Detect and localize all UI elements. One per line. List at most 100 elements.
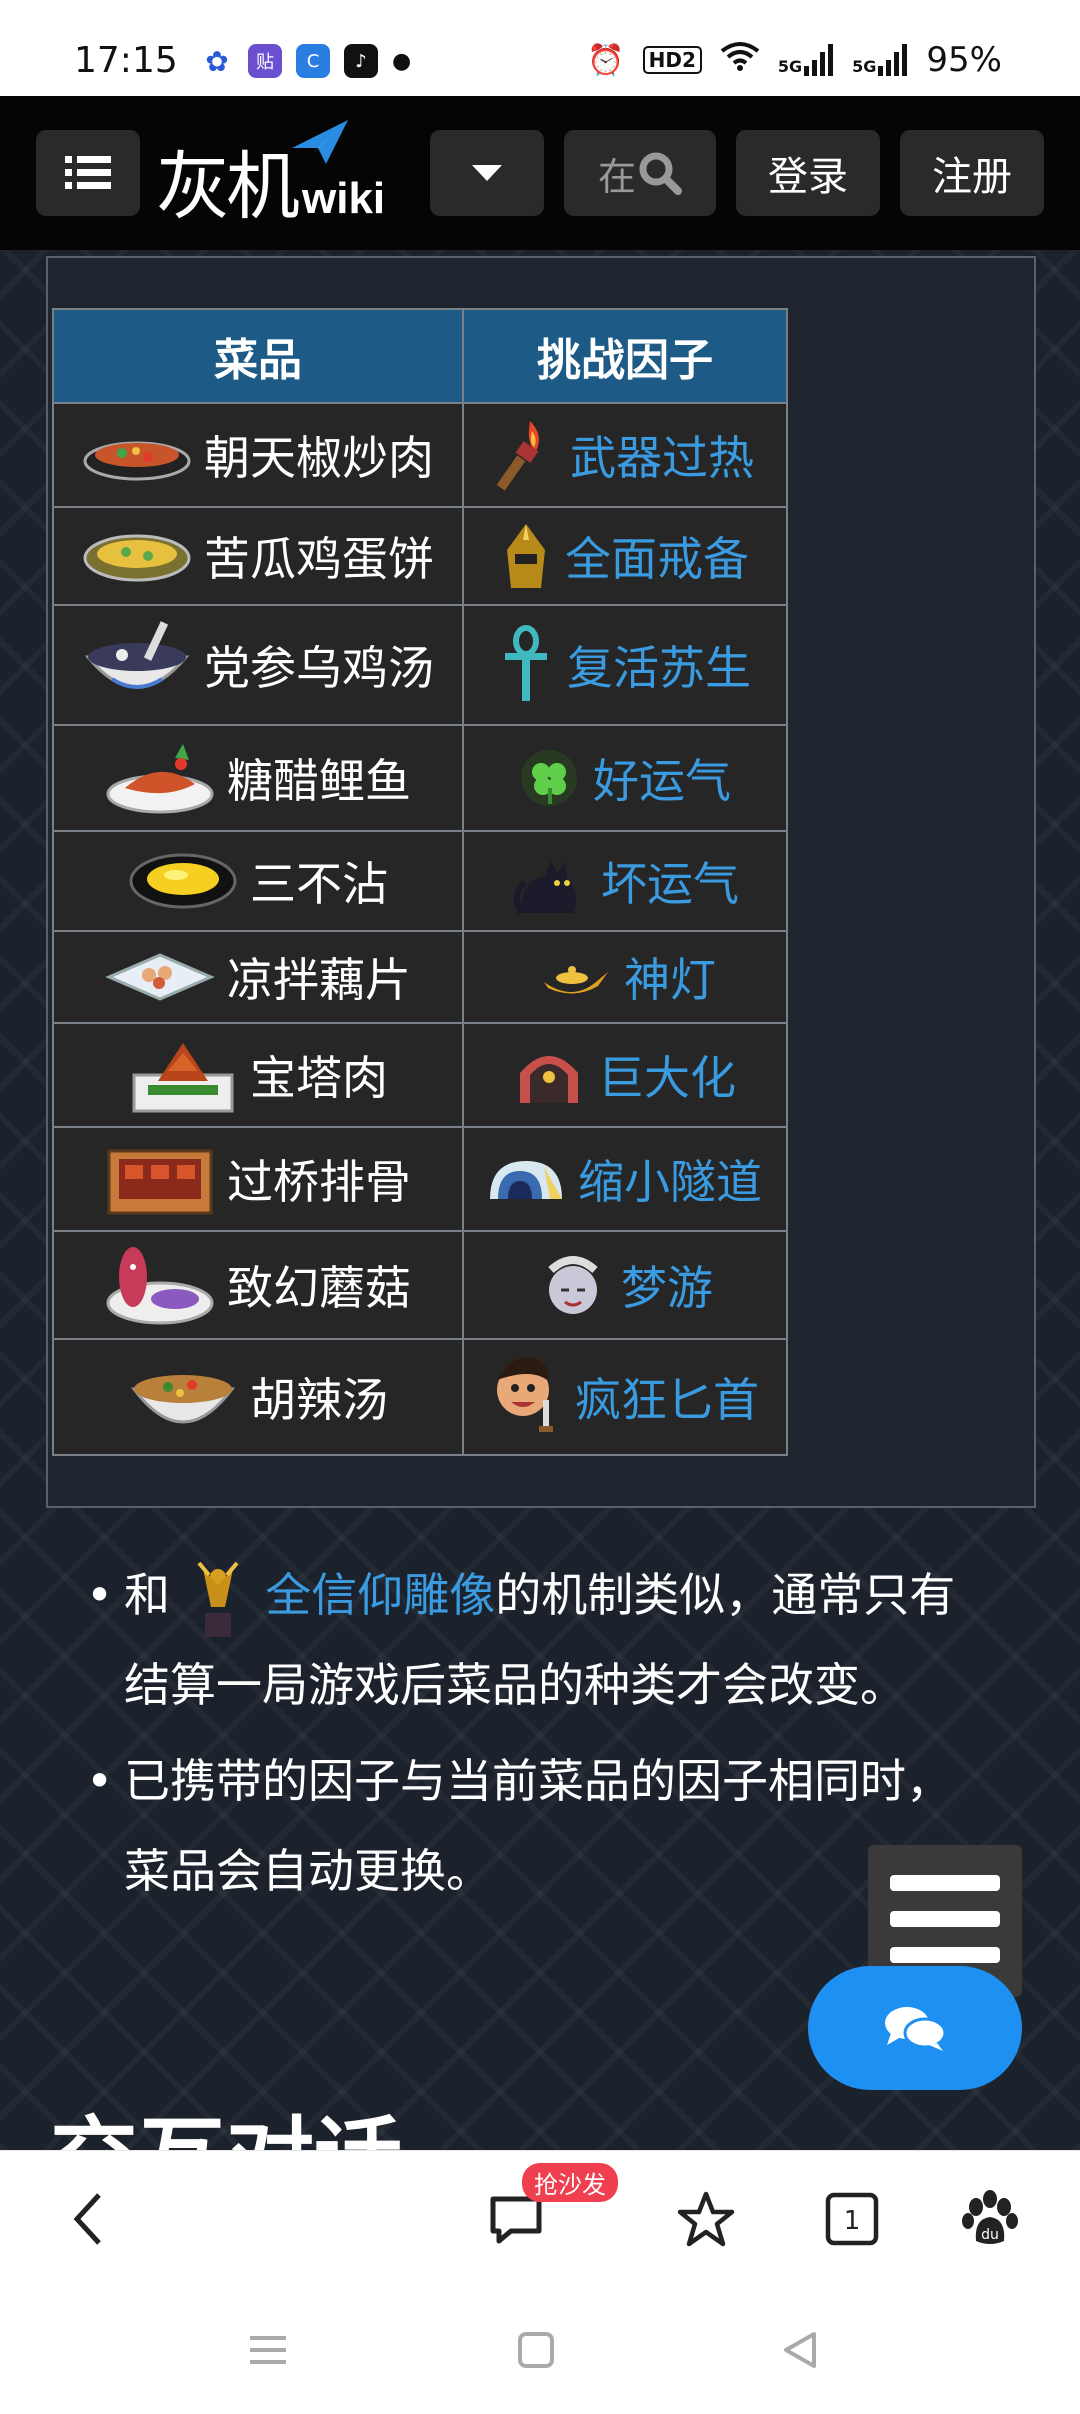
- dish-name: 致幻蘑菇: [227, 1261, 411, 1315]
- mushroom-dish-icon: [106, 1247, 214, 1325]
- tunnel-icon: [490, 1161, 562, 1199]
- challenge-link[interactable]: 坏运气: [601, 848, 739, 914]
- table-row: 胡辣汤 疯狂匕首: [52, 1338, 788, 1456]
- favorite-button[interactable]: [666, 2179, 746, 2259]
- table-row: 宝塔肉 巨大化: [52, 1022, 788, 1128]
- login-button[interactable]: 登录: [736, 130, 880, 216]
- challenge-link[interactable]: 疯狂匕首: [575, 1364, 759, 1430]
- lotus-root-icon: [105, 953, 215, 1001]
- tiktok-icon: ♪: [344, 44, 378, 78]
- back-triangle-icon[interactable]: [780, 2330, 820, 2370]
- site-logo[interactable]: 灰机 wiki: [156, 120, 385, 224]
- challenge-link[interactable]: 好运气: [593, 745, 731, 811]
- signal-5g-icon-2: 5G: [852, 44, 908, 76]
- table-row: 党参乌鸡汤 复活苏生: [52, 604, 788, 726]
- table-row: 凉拌藕片 神灯: [52, 930, 788, 1024]
- alarm-icon: ⏰: [587, 42, 625, 78]
- dish-name: 凉拌藕片: [227, 953, 411, 1007]
- table-row: 致幻蘑菇 梦游: [52, 1230, 788, 1340]
- back-button[interactable]: [48, 2179, 128, 2259]
- header-challenge: 挑战因子: [462, 308, 788, 404]
- paper-plane-icon: [292, 120, 348, 164]
- svg-text:du: du: [981, 2227, 999, 2243]
- bridge-ribs-icon: [107, 1149, 213, 1215]
- browser-icon: C: [296, 44, 330, 78]
- ankh-icon: [505, 625, 547, 701]
- home-icon[interactable]: [516, 2330, 556, 2370]
- dish-name: 胡辣汤: [250, 1373, 388, 1427]
- dish-name: 糖醋鲤鱼: [227, 754, 411, 808]
- comments-icon: [885, 2007, 947, 2051]
- sleepwalker-icon: [548, 1256, 598, 1314]
- tabs-icon: 1: [825, 2192, 879, 2246]
- challenge-link[interactable]: 全面戒备: [565, 523, 749, 589]
- dish-name: 党参乌鸡汤: [204, 641, 434, 695]
- system-nav-bar: [0, 2284, 1080, 2414]
- chicken-soup-icon: [84, 621, 190, 689]
- baidu-paw-icon: du: [962, 2190, 1018, 2244]
- black-cat-icon: [513, 861, 576, 915]
- giant-door-icon: [520, 1056, 578, 1103]
- table-row: 三不沾 坏运气: [52, 830, 788, 932]
- wifi-icon: [720, 41, 760, 79]
- dish-name: 苦瓜鸡蛋饼: [204, 532, 434, 586]
- statue-link[interactable]: 全信仰雕像: [265, 1568, 495, 1622]
- comment-badge: 抢沙发: [522, 2163, 618, 2202]
- site-header: 灰机 wiki 在 登录 注册: [0, 96, 1080, 250]
- dropdown-button[interactable]: [430, 130, 544, 216]
- challenge-link[interactable]: 复活苏生: [567, 632, 751, 698]
- tieba-icon: 贴: [248, 44, 282, 78]
- recent-apps-icon[interactable]: [248, 2330, 288, 2370]
- status-time: 17:15: [74, 40, 178, 81]
- table-container: 菜品 挑战因子 朝天椒炒肉 武器过热 苦瓜鸡蛋饼 全面戒备 党参乌鸡汤 复活苏生…: [46, 256, 1036, 1508]
- table-row: 苦瓜鸡蛋饼 全面戒备: [52, 506, 788, 606]
- clover-icon: [521, 750, 577, 806]
- challenge-link[interactable]: 神灯: [624, 944, 716, 1010]
- tab-count: 1: [844, 2206, 861, 2236]
- dish-name: 过桥排骨: [227, 1155, 411, 1209]
- list-item-line: 结算一局游戏后菜品的种类才会改变。: [124, 1658, 906, 1712]
- crazy-dagger-icon: [497, 1357, 553, 1432]
- chevron-left-icon: [73, 2193, 101, 2245]
- more-dot-icon: ●: [392, 48, 412, 74]
- menu-button[interactable]: [36, 130, 140, 216]
- helmet-icon: [507, 524, 545, 588]
- dish-name: 朝天椒炒肉: [204, 431, 434, 485]
- list-item: 和 全信仰雕像的机制类似，通常只有 结算一局游戏后菜品的种类才会改变。: [86, 1550, 1006, 1730]
- search-icon: [639, 152, 682, 195]
- bitter-melon-pancake-icon: [83, 534, 191, 582]
- chili-pork-icon: [83, 441, 191, 481]
- pagoda-pork-icon: [132, 1043, 234, 1113]
- challenge-link[interactable]: 巨大化: [598, 1042, 736, 1108]
- search-button[interactable]: 在: [564, 130, 716, 216]
- table-header-row: 菜品 挑战因子: [52, 308, 788, 404]
- header-dish: 菜品: [52, 308, 464, 404]
- challenge-link[interactable]: 缩小隧道: [578, 1146, 762, 1212]
- sweet-sour-carp-icon: [106, 744, 214, 814]
- dish-name: 三不沾: [250, 857, 388, 911]
- statue-icon: [197, 1561, 239, 1637]
- table-row: 过桥排骨 缩小隧道: [52, 1126, 788, 1232]
- table-row: 朝天椒炒肉 武器过热: [52, 402, 788, 508]
- challenge-link[interactable]: 武器过热: [570, 422, 754, 488]
- torch-icon: [496, 421, 539, 491]
- tabs-button[interactable]: 1: [812, 2179, 892, 2259]
- browser-toolbar: 抢沙发 1 du: [0, 2150, 1080, 2285]
- battery-text: 95%: [926, 40, 1002, 80]
- list-icon: [65, 156, 111, 189]
- magic-lamp-icon: [544, 966, 608, 994]
- signal-5g-icon: 5G: [778, 44, 834, 76]
- sanbuzhan-icon: [129, 853, 237, 909]
- dish-name: 宝塔肉: [250, 1051, 388, 1105]
- hamburger-icon: [890, 1875, 1000, 1891]
- hot-spicy-soup-icon: [131, 1375, 235, 1424]
- system-indicators: ⏰ HD2 5G 5G 95%: [587, 40, 1002, 80]
- notification-icons: ✿ 贴 C ♪ ●: [200, 44, 411, 78]
- baidu-button[interactable]: du: [950, 2179, 1030, 2259]
- chat-button[interactable]: [808, 1966, 1022, 2090]
- challenge-link[interactable]: 梦游: [621, 1252, 713, 1318]
- dish-challenge-table: 菜品 挑战因子 朝天椒炒肉 武器过热 苦瓜鸡蛋饼 全面戒备 党参乌鸡汤 复活苏生…: [52, 308, 788, 1456]
- register-button[interactable]: 注册: [900, 130, 1044, 216]
- status-bar: 17:15 ✿ 贴 C ♪ ● ⏰ HD2 5G 5G 95%: [0, 0, 1080, 96]
- caret-down-icon: [472, 165, 502, 181]
